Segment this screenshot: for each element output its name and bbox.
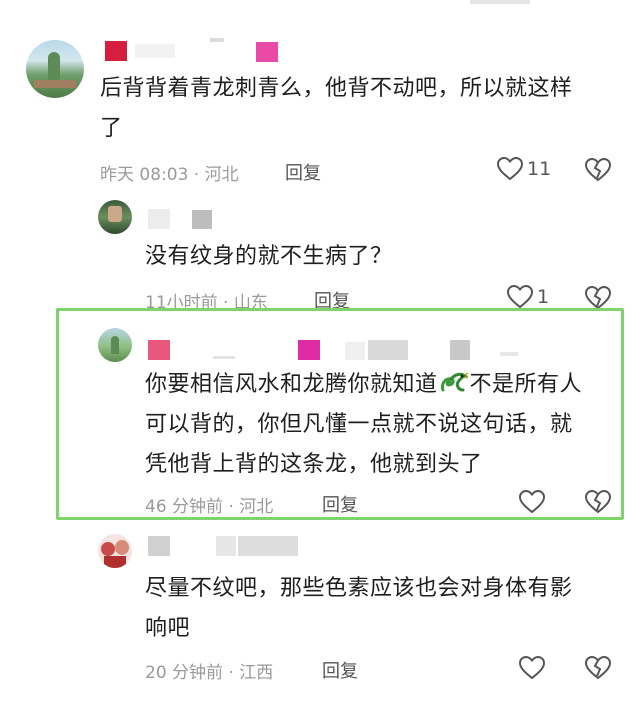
reply-button[interactable]: 回复 — [322, 491, 358, 517]
comment-text-line: 你要相信风水和龙腾你就知道 不是所有人 — [145, 368, 582, 402]
comment-meta: 20 分钟前 · 江西 — [145, 658, 273, 683]
heart-icon — [507, 285, 533, 309]
comment-text-line: 没有纹身的就不生病了？ — [145, 244, 393, 269]
reply-button[interactable]: 回复 — [322, 657, 358, 683]
comment-location: 江西 — [239, 663, 274, 683]
comment-location: 河北 — [239, 497, 274, 517]
cutoff-remnant — [470, 0, 530, 4]
broken-heart-icon[interactable] — [585, 656, 611, 680]
reply-button[interactable]: 回复 — [285, 159, 321, 185]
comment-time: 20 分钟前 — [145, 663, 224, 683]
broken-heart-icon[interactable] — [585, 158, 611, 182]
comment-location: 河北 — [204, 165, 239, 185]
comment-meta: 46 分钟前 · 河北 — [145, 492, 273, 517]
comment-text-line: 尽量不纹吧，那些色素应该也会对身体有影 — [145, 576, 573, 601]
avatar[interactable] — [98, 328, 132, 362]
like-count: 11 — [527, 158, 552, 180]
broken-heart-icon[interactable] — [585, 490, 611, 514]
heart-icon — [497, 157, 523, 181]
heart-icon[interactable] — [519, 656, 545, 680]
comment-text-segment: 你要相信风水和龙腾你就知道 — [145, 372, 438, 397]
like-button[interactable]: 1 — [507, 285, 549, 309]
avatar[interactable] — [98, 534, 132, 568]
like-button[interactable]: 11 — [497, 157, 551, 181]
comment-text-line: 可以背的，你但凡懂一点就不说这句话，就 — [145, 412, 573, 437]
like-count: 1 — [537, 286, 550, 308]
broken-heart-icon[interactable] — [585, 286, 611, 310]
avatar[interactable] — [98, 200, 132, 234]
avatar[interactable] — [26, 40, 84, 98]
comment-time: 昨天 08:03 — [100, 165, 189, 185]
comment-text-line: 凭他背上背的这条龙，他就到头了 — [145, 452, 483, 477]
heart-icon[interactable] — [519, 490, 545, 514]
comment-text-line: 响吧 — [145, 616, 191, 641]
comment-text-segment: 不是所有人 — [469, 372, 583, 397]
meta-separator: · — [223, 663, 240, 683]
comment-meta: 昨天 08:03 · 河北 — [100, 160, 239, 185]
meta-separator: · — [188, 165, 205, 185]
comment-time: 46 分钟前 — [145, 497, 224, 517]
comment-text-line: 后背背着青龙刺青么，他背不动吧，所以就这样 — [100, 76, 573, 101]
meta-separator: · — [223, 497, 240, 517]
comment-text-line: 了 — [100, 116, 123, 141]
dragon-emoji-icon — [440, 372, 468, 392]
